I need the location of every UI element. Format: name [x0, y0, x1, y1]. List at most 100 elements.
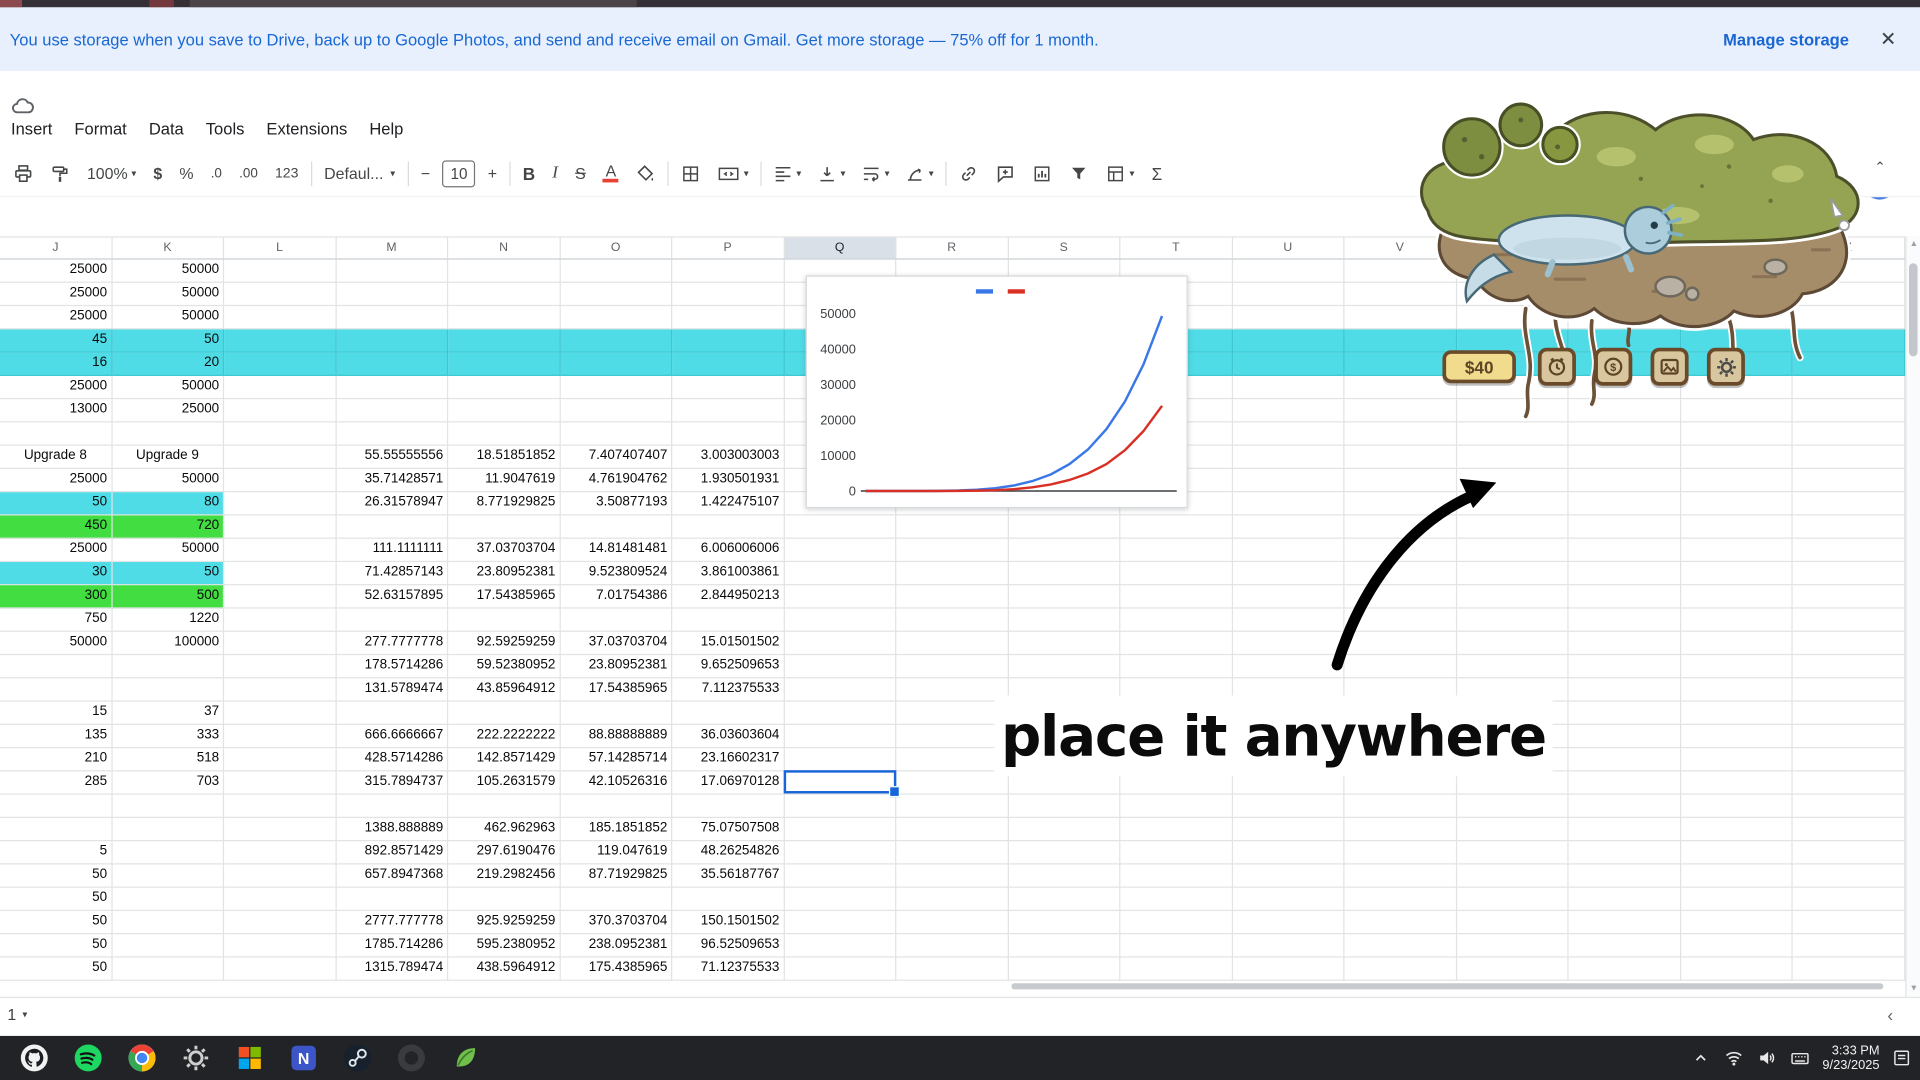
cell-Z23[interactable] [1793, 771, 1905, 794]
cell-U18[interactable] [1232, 655, 1344, 678]
cell-Y16[interactable] [1681, 609, 1793, 632]
cell-Y10[interactable] [1681, 469, 1793, 492]
cell-Y17[interactable] [1681, 632, 1793, 655]
cell-R29[interactable] [896, 911, 1008, 934]
cell-J24[interactable] [0, 795, 112, 818]
horizontal-align-icon[interactable]: ▾ [766, 157, 810, 189]
cell-M3[interactable] [336, 306, 448, 329]
cell-W10[interactable] [1457, 469, 1569, 492]
column-header-P[interactable]: P [672, 238, 784, 259]
cell-R28[interactable] [896, 888, 1008, 911]
cell-M24[interactable] [336, 795, 448, 818]
cell-V27[interactable] [1344, 864, 1456, 887]
cell-P8[interactable] [672, 422, 784, 445]
cell-N14[interactable]: 23.80952381 [448, 562, 560, 585]
cell-J31[interactable]: 50 [0, 958, 112, 981]
cell-O13[interactable]: 14.81481481 [560, 539, 672, 562]
cell-O5[interactable] [560, 353, 672, 376]
cell-N22[interactable]: 142.8571429 [448, 748, 560, 771]
menu-data[interactable]: Data [138, 115, 195, 143]
cell-X31[interactable] [1569, 958, 1681, 981]
cell-P1[interactable] [672, 260, 784, 283]
cell-V24[interactable] [1344, 795, 1456, 818]
cell-V12[interactable] [1344, 516, 1456, 539]
cell-S18[interactable] [1008, 655, 1120, 678]
cell-M4[interactable] [336, 329, 448, 352]
cell-K16[interactable]: 1220 [112, 609, 224, 632]
cell-W31[interactable] [1457, 958, 1569, 981]
cell-Z28[interactable] [1793, 888, 1905, 911]
cell-K26[interactable] [112, 841, 224, 864]
cell-M12[interactable] [336, 516, 448, 539]
volume-icon[interactable] [1756, 1047, 1778, 1069]
horizontal-scrollbar-thumb[interactable] [1011, 983, 1883, 989]
cell-S12[interactable] [1008, 516, 1120, 539]
cell-Z17[interactable] [1793, 632, 1905, 655]
cell-N7[interactable] [448, 399, 560, 422]
cell-K30[interactable] [112, 934, 224, 957]
cell-X9[interactable] [1569, 446, 1681, 469]
cell-M2[interactable] [336, 283, 448, 306]
cell-Q21[interactable] [784, 725, 896, 748]
cell-N16[interactable] [448, 609, 560, 632]
cell-Q31[interactable] [784, 958, 896, 981]
cell-L10[interactable] [224, 469, 336, 492]
cell-K23[interactable]: 703 [112, 771, 224, 794]
cell-S13[interactable] [1008, 539, 1120, 562]
cell-R21[interactable] [896, 725, 1008, 748]
cell-L7[interactable] [224, 399, 336, 422]
cell-Y26[interactable] [1681, 841, 1793, 864]
cell-Y9[interactable] [1681, 446, 1793, 469]
cell-T24[interactable] [1120, 795, 1232, 818]
cell-X13[interactable] [1569, 539, 1681, 562]
github-icon[interactable] [18, 1042, 50, 1074]
cell-V31[interactable] [1344, 958, 1456, 981]
cell-Y22[interactable] [1681, 748, 1793, 771]
cell-K27[interactable] [112, 864, 224, 887]
cell-R25[interactable] [896, 818, 1008, 841]
cell-V26[interactable] [1344, 841, 1456, 864]
hud-clock-button[interactable] [1538, 348, 1576, 386]
cell-P31[interactable]: 71.12375533 [672, 958, 784, 981]
cell-M9[interactable]: 55.55555556 [336, 446, 448, 469]
cell-U14[interactable] [1232, 562, 1344, 585]
cell-S26[interactable] [1008, 841, 1120, 864]
cell-Y11[interactable] [1681, 492, 1793, 515]
cell-M31[interactable]: 1315.789474 [336, 958, 448, 981]
cell-N15[interactable]: 17.54385965 [448, 585, 560, 608]
cell-J9[interactable]: Upgrade 8 [0, 446, 112, 469]
cell-L31[interactable] [224, 958, 336, 981]
cell-K9[interactable]: Upgrade 9 [112, 446, 224, 469]
cell-U5[interactable] [1232, 353, 1344, 376]
cell-M10[interactable]: 35.71428571 [336, 469, 448, 492]
cell-W12[interactable] [1457, 516, 1569, 539]
cell-L27[interactable] [224, 864, 336, 887]
cell-Y19[interactable] [1681, 678, 1793, 701]
cell-Q20[interactable] [784, 702, 896, 725]
cell-T28[interactable] [1120, 888, 1232, 911]
cell-U16[interactable] [1232, 609, 1344, 632]
cell-Q22[interactable] [784, 748, 896, 771]
cell-P16[interactable] [672, 609, 784, 632]
font-size-input[interactable]: 10 [442, 160, 475, 187]
cell-V16[interactable] [1344, 609, 1456, 632]
cell-S24[interactable] [1008, 795, 1120, 818]
cell-L16[interactable] [224, 609, 336, 632]
cell-Z16[interactable] [1793, 609, 1905, 632]
cell-N31[interactable]: 438.5964912 [448, 958, 560, 981]
cell-M11[interactable]: 26.31578947 [336, 492, 448, 515]
cell-L9[interactable] [224, 446, 336, 469]
cell-P21[interactable]: 36.03603604 [672, 725, 784, 748]
cell-Z24[interactable] [1793, 795, 1905, 818]
cell-P7[interactable] [672, 399, 784, 422]
cell-J16[interactable]: 750 [0, 609, 112, 632]
cell-O21[interactable]: 88.88888889 [560, 725, 672, 748]
cell-J17[interactable]: 50000 [0, 632, 112, 655]
cell-J7[interactable]: 13000 [0, 399, 112, 422]
cell-K4[interactable]: 50 [112, 329, 224, 352]
cell-Q14[interactable] [784, 562, 896, 585]
cell-V18[interactable] [1344, 655, 1456, 678]
cell-W14[interactable] [1457, 562, 1569, 585]
cell-X26[interactable] [1569, 841, 1681, 864]
cell-L26[interactable] [224, 841, 336, 864]
